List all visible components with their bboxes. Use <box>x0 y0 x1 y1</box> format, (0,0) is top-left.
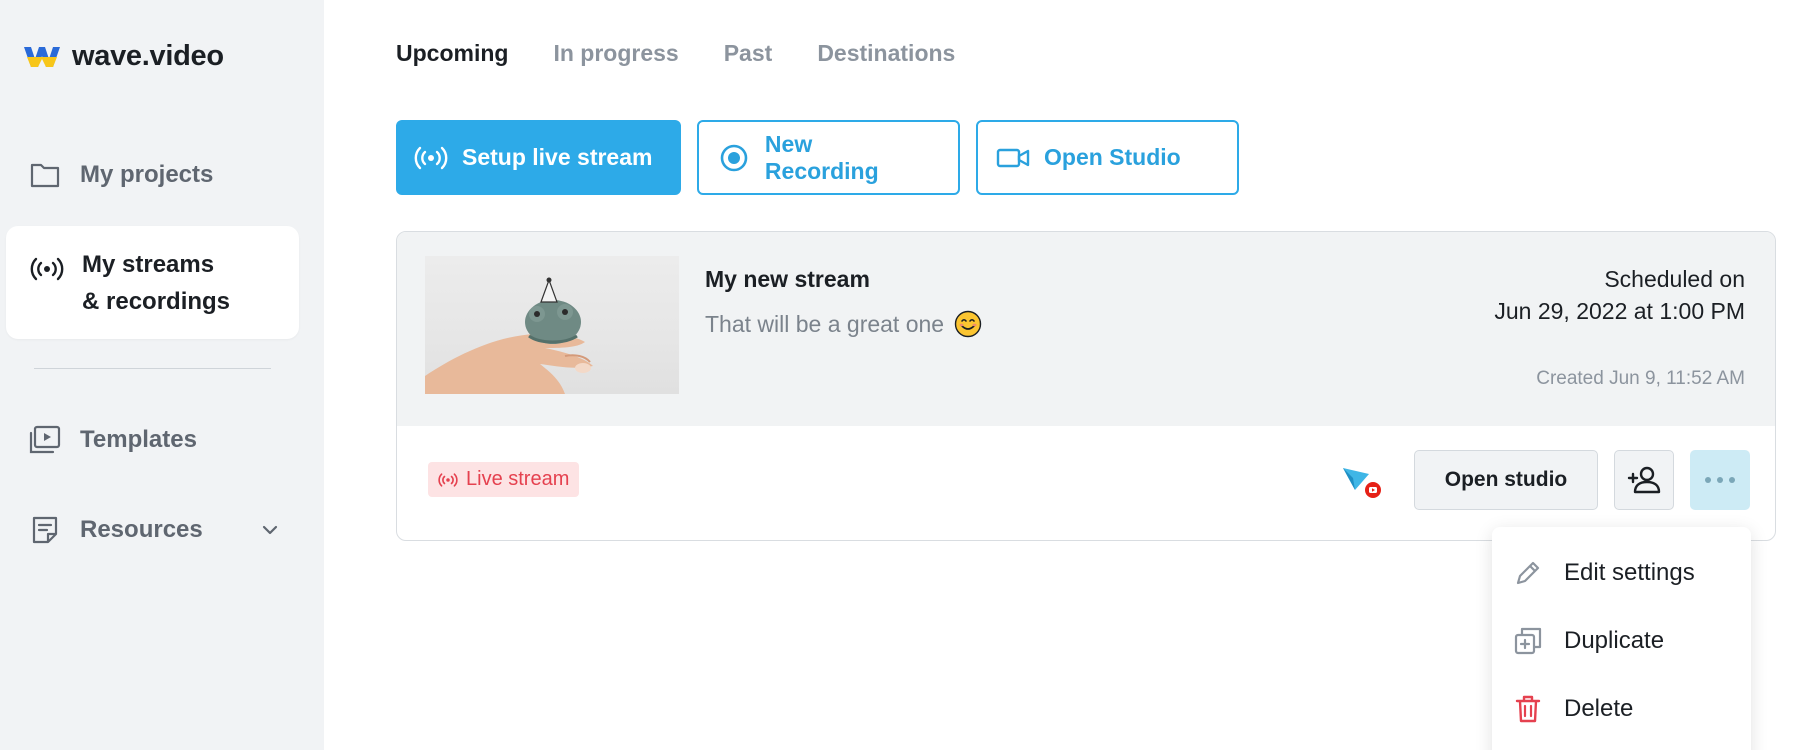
scheduled-date: Jun 29, 2022 at 1:00 PM <box>1494 298 1745 324</box>
destination-youtube-icon[interactable] <box>1341 462 1385 502</box>
created-timestamp: Created Jun 9, 11:52 AM <box>1536 368 1745 389</box>
video-camera-icon <box>996 141 1030 175</box>
brand-name: wave.video <box>72 40 224 72</box>
setup-live-stream-label: Setup live stream <box>462 144 653 170</box>
sidebar-item-label: Resources <box>80 516 203 543</box>
menu-item-duplicate[interactable]: Duplicate <box>1492 611 1751 671</box>
menu-item-label: Edit settings <box>1564 559 1695 586</box>
tab-destinations[interactable]: Destinations <box>817 40 955 67</box>
stream-thumbnail <box>425 256 679 394</box>
duplicate-icon <box>1512 625 1544 657</box>
new-recording-button[interactable]: New Recording <box>697 120 960 195</box>
stream-card[interactable]: My new stream That will be a great one S… <box>396 231 1776 541</box>
broadcast-icon <box>414 141 448 175</box>
menu-item-label: Duplicate <box>1564 627 1665 654</box>
templates-icon <box>28 423 62 457</box>
stream-title: My new stream <box>705 266 870 292</box>
trash-icon <box>1512 693 1544 725</box>
invite-guest-button[interactable] <box>1614 450 1674 510</box>
broadcast-icon <box>438 472 458 487</box>
broadcast-icon <box>30 252 64 286</box>
add-user-icon <box>1627 466 1661 494</box>
tab-upcoming[interactable]: Upcoming <box>396 40 508 67</box>
pencil-icon <box>1512 557 1544 589</box>
tab-past[interactable]: Past <box>724 40 773 67</box>
sidebar-item-label: My projects <box>80 161 214 188</box>
more-options-menu: Edit settings Duplicate Delete <box>1492 527 1751 750</box>
sidebar-item-label: Templates <box>80 426 197 453</box>
stream-description: That will be a great one <box>705 310 982 338</box>
sidebar-item-label-line2: & recordings <box>82 287 231 315</box>
live-stream-badge: Live stream <box>428 462 580 497</box>
menu-item-delete[interactable]: Delete <box>1492 679 1751 739</box>
wave-logo-icon <box>24 46 60 67</box>
more-horizontal-icon <box>1705 477 1735 483</box>
sidebar-item-label-line1: My streams <box>82 250 215 278</box>
sidebar-item-templates[interactable]: Templates <box>0 420 324 460</box>
open-studio-button[interactable]: Open Studio <box>976 120 1239 195</box>
folder-icon <box>28 158 62 192</box>
stream-tabs: Upcoming In progress Past Destinations <box>396 40 955 67</box>
sidebar: wave.video My projects My streams & reco… <box>0 0 324 750</box>
action-buttons: Setup live stream New Recording Open Stu… <box>396 120 1239 195</box>
menu-item-edit-settings[interactable]: Edit settings <box>1492 543 1751 603</box>
open-studio-card-button[interactable]: Open studio <box>1414 450 1598 510</box>
stream-card-header: My new stream That will be a great one S… <box>397 232 1775 426</box>
sidebar-item-resources[interactable]: Resources <box>0 510 324 550</box>
sidebar-item-my-streams[interactable]: My streams & recordings <box>6 226 299 339</box>
document-icon <box>28 513 62 547</box>
new-recording-label: New Recording <box>764 130 879 184</box>
live-stream-badge-label: Live stream <box>466 468 570 490</box>
scheduled-label: Scheduled on <box>1604 266 1745 292</box>
sidebar-divider <box>34 368 271 369</box>
smile-emoji-icon <box>954 310 982 338</box>
brand-logo[interactable]: wave.video <box>22 40 224 73</box>
open-studio-label: Open Studio <box>1044 144 1181 170</box>
sidebar-item-label: My streams & recordings <box>82 246 230 320</box>
chevron-down-icon[interactable] <box>260 520 280 540</box>
stream-description-text: That will be a great one <box>705 310 945 337</box>
tab-in-progress[interactable]: In progress <box>553 40 678 67</box>
menu-item-label: Delete <box>1564 695 1634 722</box>
record-icon <box>717 141 751 175</box>
more-options-button[interactable] <box>1690 450 1750 510</box>
sidebar-item-my-projects[interactable]: My projects <box>0 155 324 195</box>
setup-live-stream-button[interactable]: Setup live stream <box>396 120 681 195</box>
